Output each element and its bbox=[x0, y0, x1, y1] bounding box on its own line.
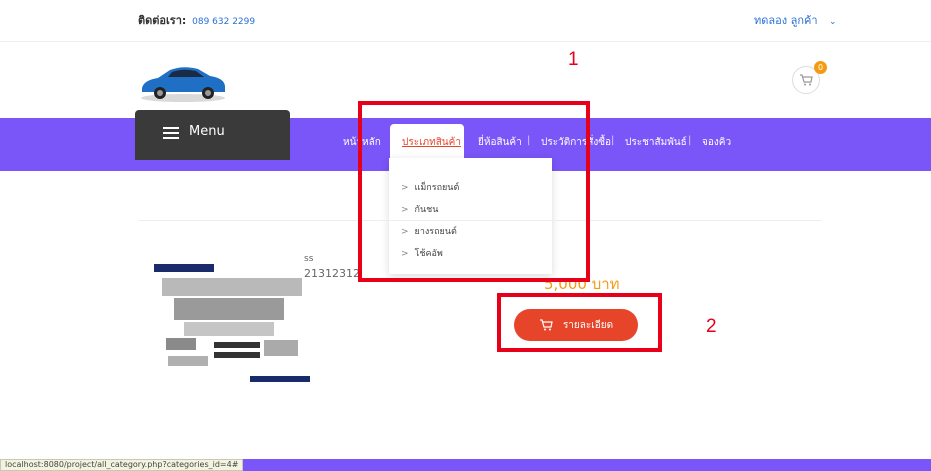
contact-phone[interactable]: 089 632 2299 bbox=[192, 17, 255, 27]
site-logo[interactable] bbox=[138, 58, 228, 104]
nav-separator: | bbox=[611, 135, 615, 146]
menu-button[interactable]: Menu bbox=[135, 110, 290, 160]
contact-info: ติดต่อเรา: 089 632 2299 bbox=[138, 11, 255, 29]
product-code: 21312312 bbox=[304, 267, 360, 280]
annotation-box-2 bbox=[497, 293, 662, 352]
annotation-label-1: 1 bbox=[568, 49, 579, 70]
account-label[interactable]: ทดลอง ลูกค้า bbox=[754, 14, 818, 27]
hamburger-icon[interactable] bbox=[163, 127, 179, 139]
cart-count-badge: 0 bbox=[814, 61, 827, 74]
menu-label[interactable]: Menu bbox=[189, 124, 225, 139]
product-name: ss bbox=[304, 254, 314, 264]
account-menu[interactable]: ทดลอง ลูกค้า ⌄ bbox=[754, 11, 837, 29]
browser-status-bar: localhost:8080/project/all_category.php?… bbox=[0, 459, 244, 471]
annotation-box-1 bbox=[358, 101, 590, 282]
contact-label: ติดต่อเรา: bbox=[138, 14, 187, 27]
chevron-down-icon[interactable]: ⌄ bbox=[829, 17, 837, 27]
product-image[interactable] bbox=[154, 264, 312, 384]
nav-item-booking[interactable]: จองคิว bbox=[702, 135, 731, 150]
nav-separator: | bbox=[688, 135, 692, 146]
annotation-label-2: 2 bbox=[706, 316, 717, 337]
nav-item-news[interactable]: ประชาสัมพันธ์ bbox=[625, 135, 687, 150]
top-bar: ติดต่อเรา: 089 632 2299 ทดลอง ลูกค้า ⌄ bbox=[0, 0, 931, 42]
cart-icon[interactable] bbox=[799, 74, 813, 86]
